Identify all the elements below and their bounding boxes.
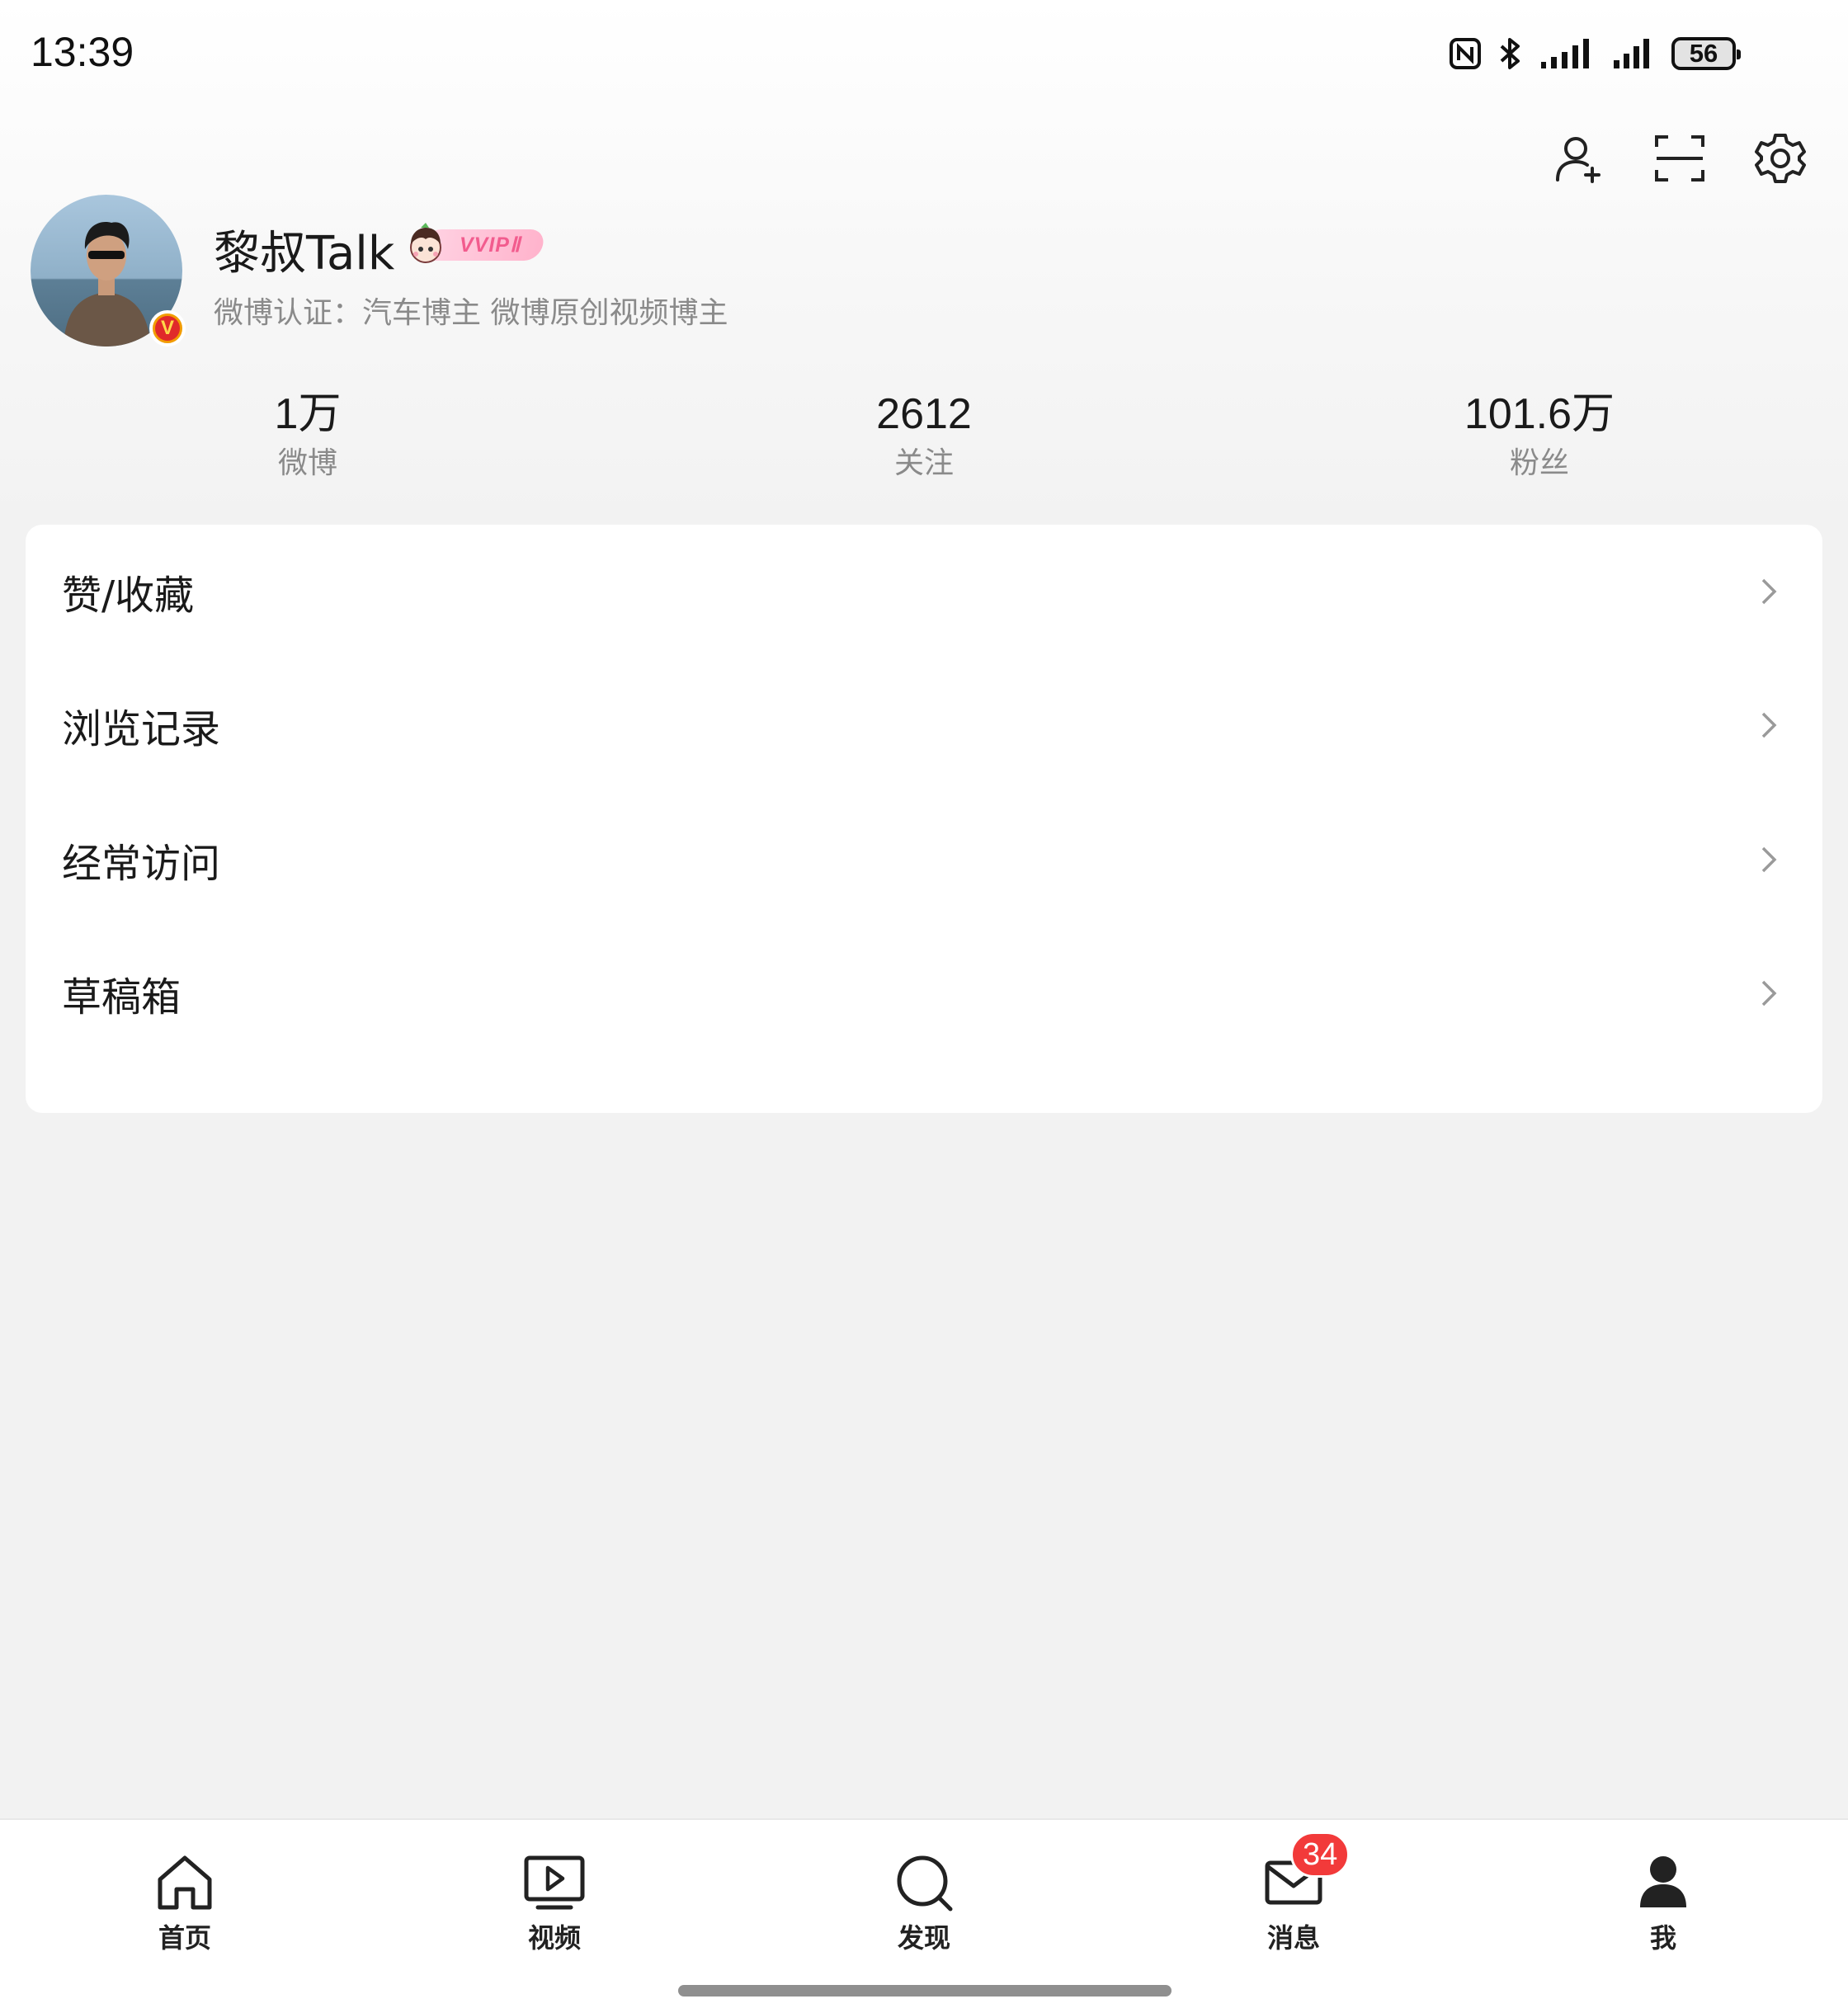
- profile-icon: [1640, 1856, 1686, 1907]
- menu-item-likes-favorites[interactable]: 赞/收藏: [26, 525, 1822, 658]
- menu-item-drafts[interactable]: 草稿箱: [26, 926, 1822, 1060]
- username: 黎叔Talk: [214, 227, 395, 280]
- menu-card: 赞/收藏 浏览记录 经常访问 草稿箱: [26, 525, 1822, 1113]
- settings-icon[interactable]: [1752, 130, 1808, 186]
- messages-badge: 34: [1290, 1832, 1351, 1878]
- menu-item-label: 草稿箱: [62, 974, 182, 1021]
- nfc-icon: [1450, 38, 1481, 69]
- vip-mascot-icon: [410, 223, 441, 263]
- nav-me[interactable]: 我: [1581, 1850, 1746, 1955]
- home-indicator[interactable]: [678, 1985, 1172, 1996]
- signal-icon: [1614, 39, 1649, 68]
- nav-messages-label: 消息: [1266, 1922, 1320, 1954]
- stat-posts-value: 1万: [274, 390, 342, 438]
- nav-discover-label: 发现: [897, 1922, 950, 1954]
- vip-label: VVIPⅡ: [459, 233, 521, 257]
- menu-item-history[interactable]: 浏览记录: [26, 658, 1822, 792]
- stat-followers-value: 101.6万: [1464, 390, 1615, 438]
- video-icon: [524, 1855, 585, 1910]
- verified-badge-icon: V: [149, 310, 186, 346]
- stat-posts[interactable]: 1万 微博: [184, 388, 431, 483]
- home-icon: [158, 1855, 212, 1910]
- nav-home-label: 首页: [158, 1922, 211, 1954]
- nav-video-label: 视频: [527, 1922, 581, 1954]
- stat-posts-label: 微博: [277, 446, 337, 480]
- stat-following-label: 关注: [893, 446, 954, 480]
- nav-home[interactable]: 首页: [102, 1850, 267, 1955]
- stat-following-value: 2612: [876, 390, 972, 438]
- status-icons: 56: [1449, 36, 1741, 71]
- nav-video[interactable]: 视频: [472, 1850, 637, 1955]
- header-actions: [1551, 130, 1808, 186]
- menu-item-label: 经常访问: [62, 841, 221, 887]
- profile-stats: 1万 微博 2612 关注 101.6万 粉丝: [0, 388, 1848, 487]
- menu-item-label: 浏览记录: [62, 706, 221, 752]
- verification-text: 微博认证：汽车博主 微博原创视频博主: [214, 296, 728, 330]
- menu-item-label: 赞/收藏: [62, 573, 195, 619]
- add-friend-icon[interactable]: [1551, 130, 1607, 186]
- chevron-right-icon: [1761, 712, 1777, 738]
- chevron-right-icon: [1761, 578, 1777, 605]
- battery-icon: 56: [1671, 37, 1741, 70]
- nav-me-label: 我: [1649, 1922, 1676, 1954]
- bottom-nav: 首页 视频 发现 消息 我: [0, 1818, 1848, 2013]
- scan-icon[interactable]: [1652, 130, 1708, 186]
- vip-badge[interactable]: VVIPⅡ: [404, 223, 547, 263]
- stat-followers[interactable]: 101.6万 粉丝: [1416, 388, 1663, 483]
- search-icon: [897, 1855, 953, 1912]
- stat-following[interactable]: 2612 关注: [800, 388, 1048, 483]
- bluetooth-icon: [1500, 38, 1520, 69]
- signal-icon: [1541, 39, 1589, 68]
- stat-followers-label: 粉丝: [1509, 446, 1569, 480]
- chevron-right-icon: [1761, 846, 1777, 873]
- nav-discover[interactable]: 发现: [842, 1850, 1006, 1955]
- status-time: 13:39: [31, 29, 134, 75]
- avatar[interactable]: V: [31, 195, 186, 346]
- chevron-right-icon: [1761, 980, 1777, 1006]
- menu-item-frequent[interactable]: 经常访问: [26, 793, 1822, 926]
